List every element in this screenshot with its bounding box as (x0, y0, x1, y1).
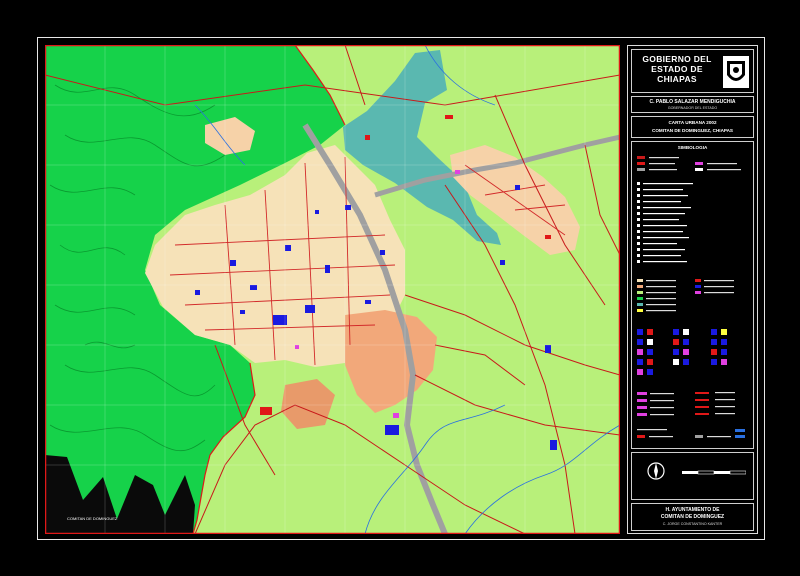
ayuntamiento-box: H. AYUNTAMIENTO DE COMITAN DE DOMINGUEZ … (631, 503, 754, 531)
governor-role: GOBERNADOR DEL ESTADO (667, 106, 718, 110)
map-title: CARTA URBANA 2002 (668, 120, 717, 125)
state-seal-icon (723, 56, 749, 88)
municipality-name: COMITAN DE DOMINGUEZ, CHIAPAS (652, 128, 733, 133)
ayuntamiento-title: H. AYUNTAMIENTO DE (665, 507, 720, 513)
legend-symbols (637, 156, 745, 438)
urban-map[interactable]: COMITAN DE DOMINGUEZ (45, 45, 620, 534)
map-title-box: CARTA URBANA 2002 COMITAN DE DOMINGUEZ, … (631, 116, 754, 138)
legend-heading: SIMBOLOGIA (677, 145, 708, 150)
scale-bar-icon (682, 470, 746, 475)
government-header: GOBIERNO DEL ESTADO DE CHIAPAS (631, 49, 754, 93)
title-block-panel: GOBIERNO DEL ESTADO DE CHIAPAS C. PABLO … (627, 45, 758, 534)
governor-box: C. PABLO SALAZAR MENDIGUCHIA GOBERNADOR … (631, 96, 754, 113)
scale-box (631, 452, 754, 500)
government-title: GOBIERNO DEL ESTADO DE CHIAPAS (642, 54, 712, 84)
ayuntamiento-city: COMITAN DE DOMINGUEZ (660, 514, 725, 520)
municipal-president: C. JORGE CONSTANTINO KANTER (662, 522, 723, 526)
north-arrow-icon (647, 462, 665, 480)
map-corner-label: COMITAN DE DOMINGUEZ (67, 516, 118, 521)
governor-name: C. PABLO SALAZAR MENDIGUCHIA (649, 99, 736, 105)
legend-box: SIMBOLOGIA (631, 141, 754, 449)
